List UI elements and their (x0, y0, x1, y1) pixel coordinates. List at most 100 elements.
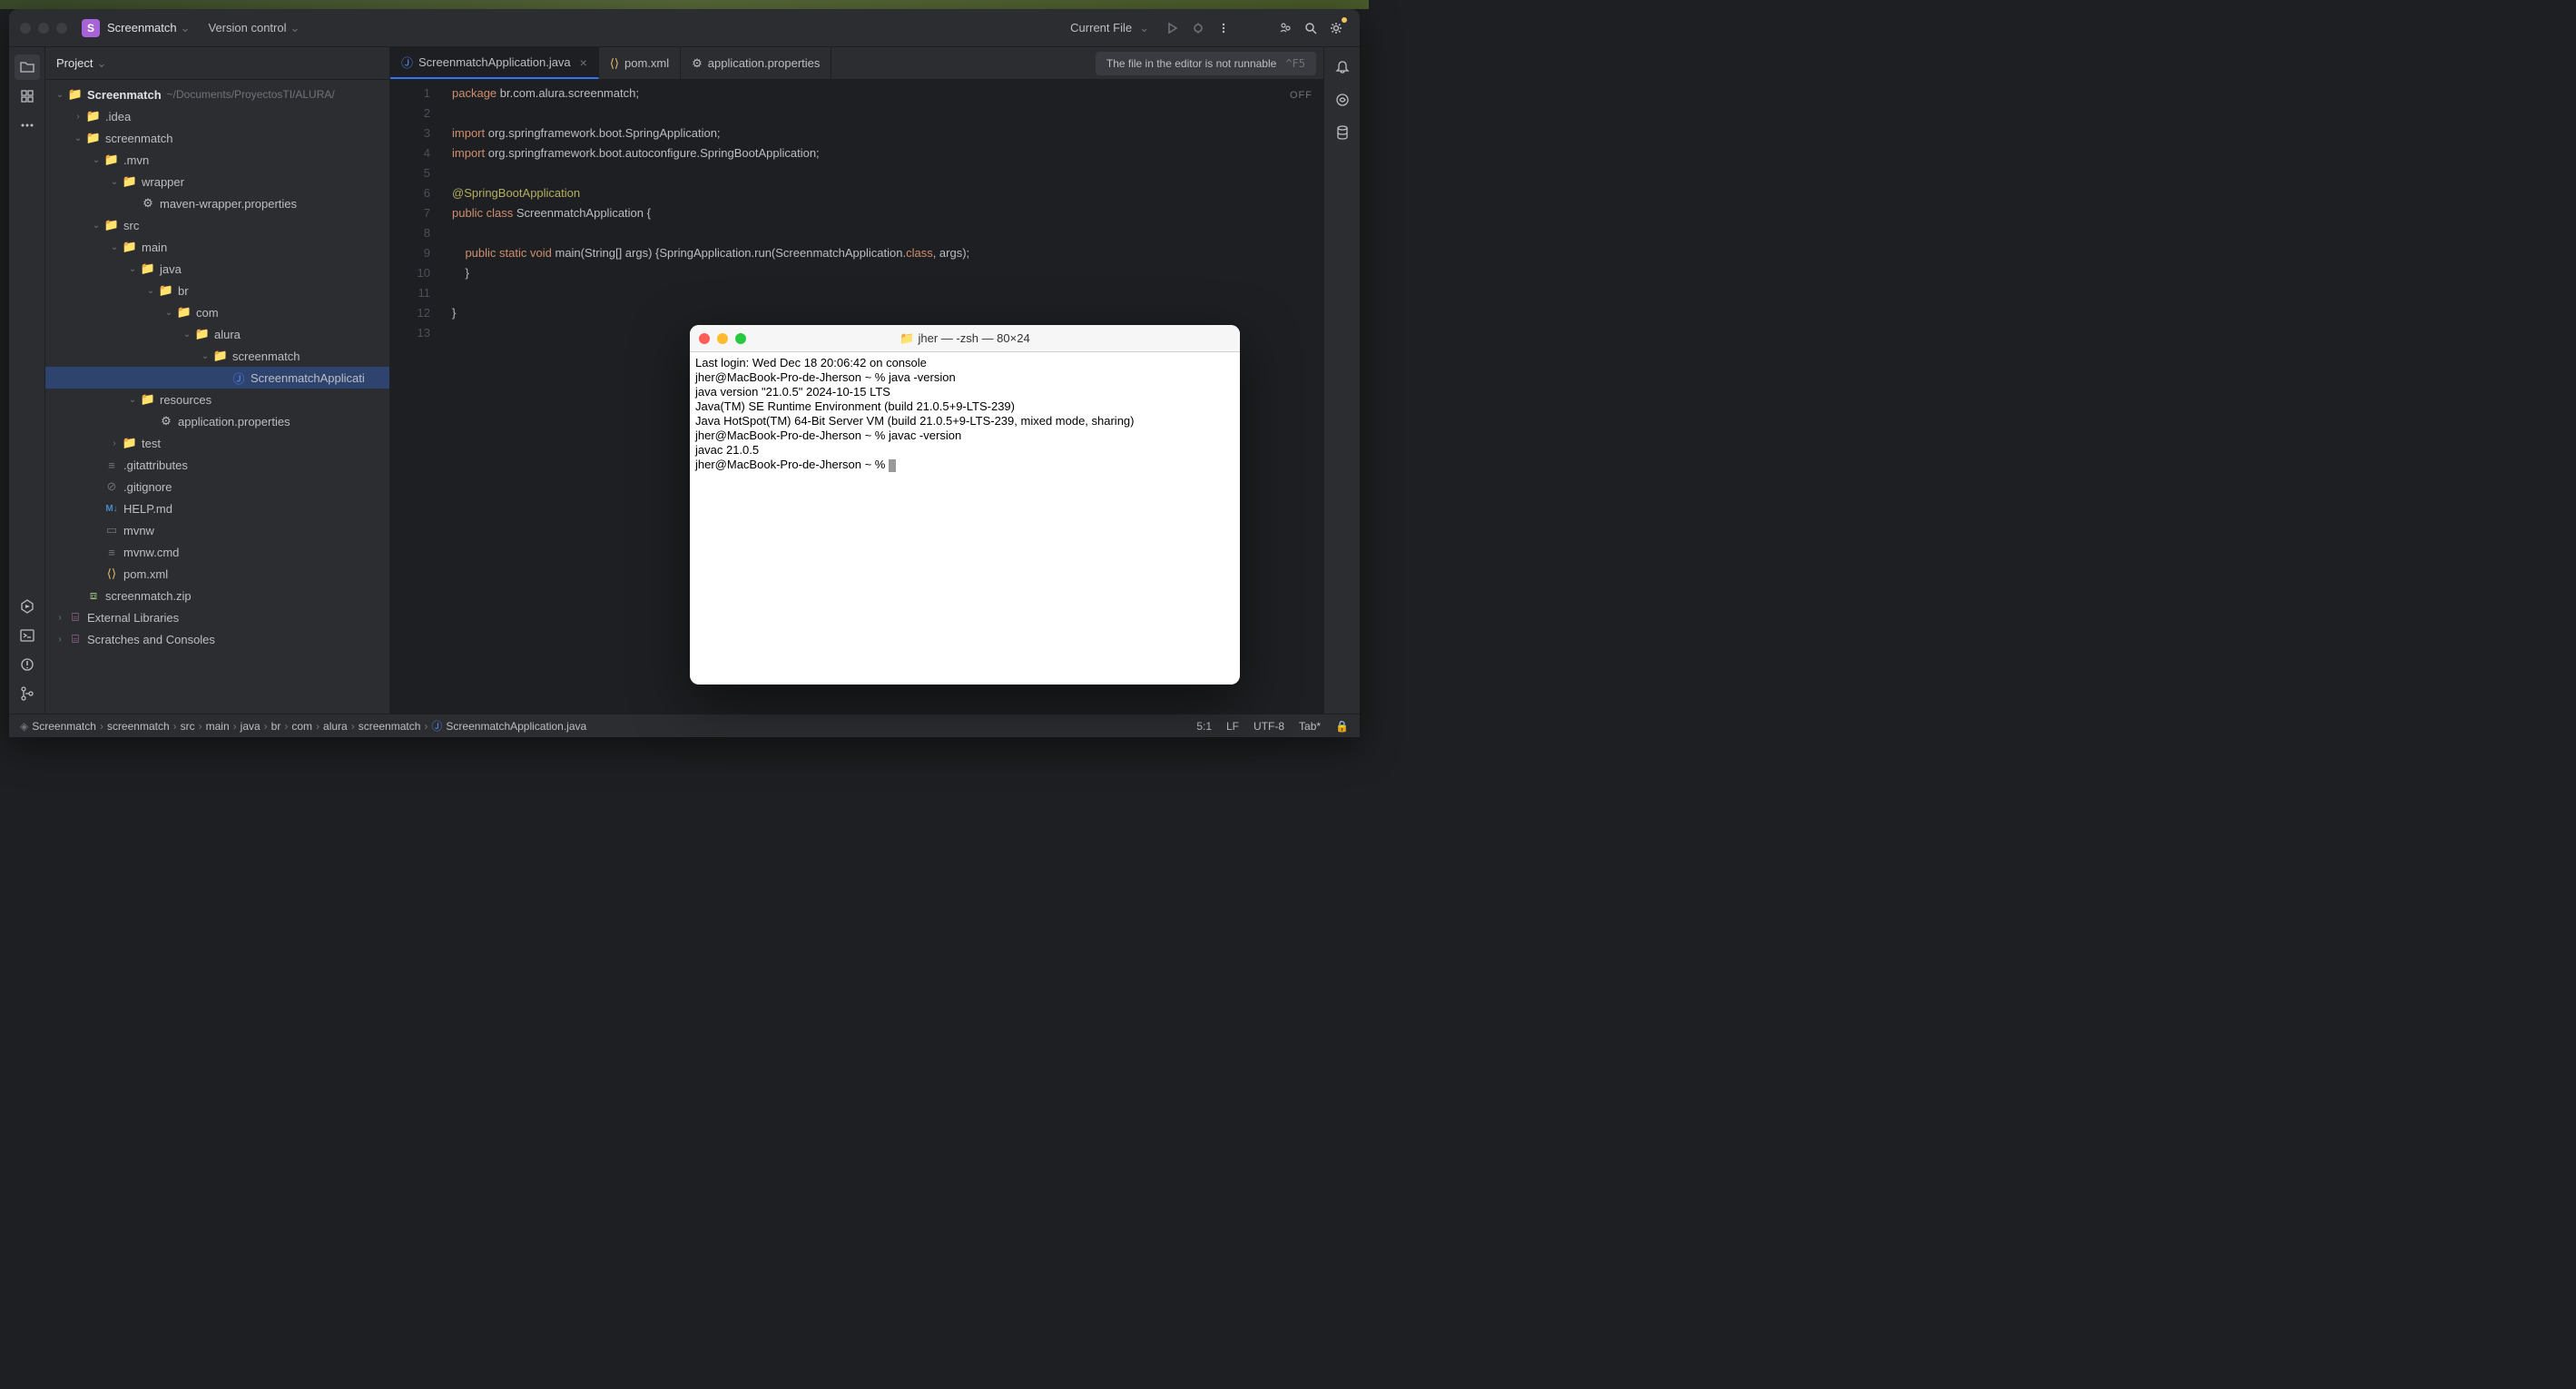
services-tool-icon[interactable] (15, 594, 40, 619)
tree-folder-wrapper[interactable]: ⌄📁wrapper (45, 171, 389, 192)
tree-folder-test[interactable]: ›📁test (45, 432, 389, 454)
left-tool-strip (9, 47, 45, 714)
panel-header[interactable]: Project ⌄ (45, 47, 389, 80)
tree-file-help[interactable]: M↓HELP.md (45, 497, 389, 519)
more-actions-icon[interactable] (1211, 15, 1236, 41)
minimize-window-icon[interactable] (38, 23, 49, 34)
ai-assistant-icon[interactable] (1330, 87, 1355, 113)
settings-icon[interactable] (1323, 15, 1349, 41)
xml-icon: ⟨⟩ (610, 56, 619, 71)
tree-external-libs[interactable]: ›⌸External Libraries (45, 606, 389, 628)
close-window-icon[interactable] (20, 23, 31, 34)
lock-icon[interactable]: 🔒 (1335, 720, 1349, 733)
status-bar: ◈ Screenmatch› screenmatch› src› main› j… (9, 714, 1360, 737)
tree-folder-src[interactable]: ⌄📁src (45, 214, 389, 236)
tree-folder-mvn[interactable]: ⌄📁.mvn (45, 149, 389, 171)
tree-folder-main[interactable]: ⌄📁main (45, 236, 389, 258)
chevron-down-icon[interactable]: ⌄ (181, 21, 191, 35)
tab-pom[interactable]: ⟨⟩ pom.xml (599, 47, 681, 79)
project-panel: Project ⌄ ⌄📁Screenmatch~/Documents/Proye… (45, 47, 390, 714)
version-control-menu[interactable]: Version control (209, 21, 287, 34)
code-with-me-icon[interactable] (1273, 15, 1298, 41)
tree-file-maven-wrapper[interactable]: ⚙maven-wrapper.properties (45, 192, 389, 214)
tree-folder-com[interactable]: ⌄📁com (45, 301, 389, 323)
tree-file-zip[interactable]: ⧈screenmatch.zip (45, 585, 389, 606)
folder-icon: 📁 (900, 331, 914, 346)
project-tool-icon[interactable] (15, 54, 40, 80)
chevron-down-icon[interactable]: ⌄ (290, 21, 300, 35)
terminal-maximize-icon[interactable] (735, 333, 746, 344)
tree-file-app-props[interactable]: ⚙application.properties (45, 410, 389, 432)
chevron-down-icon[interactable]: ⌄ (1139, 21, 1149, 35)
tree-file-mvnw[interactable]: ▭mvnw (45, 519, 389, 541)
breadcrumb-item[interactable]: com (291, 720, 312, 733)
run-notification: The file in the editor is not runnable ^… (1096, 52, 1316, 75)
breadcrumb-item[interactable]: screenmatch (359, 720, 421, 733)
breadcrumb[interactable]: ◈ Screenmatch› screenmatch› src› main› j… (20, 718, 586, 734)
tab-app-props[interactable]: ⚙ application.properties (681, 47, 831, 79)
module-icon: ◈ (20, 720, 28, 733)
breadcrumb-item[interactable]: src (181, 720, 195, 733)
notifications-icon[interactable] (1330, 54, 1355, 80)
breadcrumb-item[interactable]: java (241, 720, 261, 733)
problems-tool-icon[interactable] (15, 652, 40, 677)
shortcut-hint: ^F5 (1285, 57, 1305, 70)
line-gutter: 12345678910111213 (390, 80, 445, 714)
tab-label: ScreenmatchApplication.java (418, 55, 571, 69)
breadcrumb-item[interactable]: alura (323, 720, 348, 733)
terminal-tool-icon[interactable] (15, 623, 40, 648)
notification-text: The file in the editor is not runnable (1106, 57, 1276, 70)
tree-folder-resources[interactable]: ⌄📁resources (45, 389, 389, 410)
tree-folder-screenmatch[interactable]: ⌄📁screenmatch (45, 127, 389, 149)
search-icon[interactable] (1298, 15, 1323, 41)
project-name[interactable]: Screenmatch (107, 21, 177, 34)
terminal-titlebar[interactable]: 📁 jher — -zsh — 80×24 (690, 325, 1240, 352)
breadcrumb-item[interactable]: screenmatch (107, 720, 170, 733)
inspections-off-badge[interactable]: OFF (1290, 85, 1313, 105)
tree-file-app[interactable]: ⒿScreenmatchApplicati (45, 367, 389, 389)
tree-file-gitignore[interactable]: ⊘.gitignore (45, 476, 389, 497)
indent-config[interactable]: Tab* (1299, 720, 1321, 733)
terminal-window[interactable]: 📁 jher — -zsh — 80×24 Last login: Wed De… (690, 325, 1240, 685)
breadcrumb-item[interactable]: main (206, 720, 230, 733)
run-button[interactable] (1160, 15, 1185, 41)
mac-traffic-lights[interactable] (20, 23, 67, 34)
maximize-window-icon[interactable] (56, 23, 67, 34)
title-bar: S Screenmatch ⌄ Version control ⌄ Curren… (9, 9, 1360, 47)
debug-button[interactable] (1185, 15, 1211, 41)
tree-folder-java[interactable]: ⌄📁java (45, 258, 389, 280)
gear-icon: ⚙ (692, 56, 703, 71)
more-tools-icon[interactable] (15, 113, 40, 138)
caret-position[interactable]: 5:1 (1196, 720, 1212, 733)
breadcrumb-item[interactable]: Screenmatch (32, 720, 96, 733)
tree-scratches[interactable]: ›⌸Scratches and Consoles (45, 628, 389, 650)
tab-screenmatch-app[interactable]: Ⓙ ScreenmatchApplication.java × (390, 47, 599, 79)
line-separator[interactable]: LF (1226, 720, 1239, 733)
close-tab-icon[interactable]: × (580, 55, 587, 70)
terminal-minimize-icon[interactable] (717, 333, 728, 344)
database-icon[interactable] (1330, 120, 1355, 145)
java-class-icon: Ⓙ (401, 54, 413, 71)
tree-file-pom[interactable]: ⟨⟩pom.xml (45, 563, 389, 585)
chevron-down-icon[interactable]: ⌄ (96, 56, 106, 71)
breadcrumb-item[interactable]: ScreenmatchApplication.java (446, 720, 586, 733)
terminal-cursor (889, 459, 896, 472)
run-configuration[interactable]: Current File (1070, 21, 1132, 34)
tree-folder-alura[interactable]: ⌄📁alura (45, 323, 389, 345)
breadcrumb-item[interactable]: br (271, 720, 281, 733)
tree-folder-idea[interactable]: ›📁.idea (45, 105, 389, 127)
tree-file-mvnw-cmd[interactable]: ≡mvnw.cmd (45, 541, 389, 563)
project-tree[interactable]: ⌄📁Screenmatch~/Documents/ProyectosTI/ALU… (45, 80, 389, 714)
tree-file-gitattributes[interactable]: ≡.gitattributes (45, 454, 389, 476)
terminal-close-icon[interactable] (699, 333, 710, 344)
terminal-body[interactable]: Last login: Wed Dec 18 20:06:42 on conso… (690, 352, 1240, 476)
tree-folder-br[interactable]: ⌄📁br (45, 280, 389, 301)
tab-label: application.properties (708, 56, 821, 70)
project-badge[interactable]: S (82, 19, 100, 37)
tree-folder-screenmatch-pkg[interactable]: ⌄📁screenmatch (45, 345, 389, 367)
structure-tool-icon[interactable] (15, 84, 40, 109)
vcs-tool-icon[interactable] (15, 681, 40, 706)
tree-root[interactable]: ⌄📁Screenmatch~/Documents/ProyectosTI/ALU… (45, 84, 389, 105)
tab-label: pom.xml (624, 56, 669, 70)
file-encoding[interactable]: UTF-8 (1254, 720, 1284, 733)
